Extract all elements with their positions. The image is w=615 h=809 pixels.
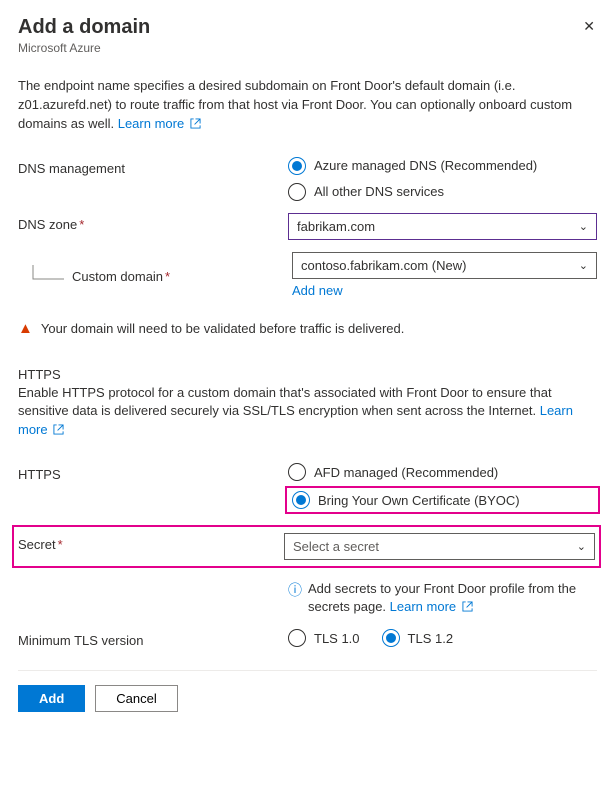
radio-tls-10[interactable]: TLS 1.0	[288, 629, 360, 647]
dns-zone-value: fabrikam.com	[297, 219, 375, 234]
intro-learn-more-link[interactable]: Learn more	[118, 116, 201, 131]
dns-management-label: DNS management	[18, 157, 288, 176]
radio-label: Bring Your Own Certificate (BYOC)	[318, 493, 520, 508]
external-link-icon	[53, 422, 64, 441]
intro-text: The endpoint name specifies a desired su…	[18, 77, 597, 135]
add-button[interactable]: Add	[18, 685, 85, 712]
secret-info: ⓘ Add secrets to your Front Door profile…	[288, 580, 597, 617]
external-link-icon	[190, 116, 201, 135]
radio-tls-12[interactable]: TLS 1.2	[382, 629, 454, 647]
radio-icon	[288, 463, 306, 481]
info-icon: ⓘ	[288, 581, 302, 601]
page-subtitle: Microsoft Azure	[18, 41, 597, 55]
https-section-desc: Enable HTTPS protocol for a custom domai…	[18, 384, 597, 442]
dns-zone-select[interactable]: fabrikam.com ⌄	[288, 213, 597, 240]
intro-learn-more-label: Learn more	[118, 116, 184, 131]
radio-icon	[288, 629, 306, 647]
dns-zone-label: DNS zone*	[18, 213, 288, 232]
https-desc-body: Enable HTTPS protocol for a custom domai…	[18, 385, 552, 419]
radio-label: Azure managed DNS (Recommended)	[314, 158, 537, 173]
page-title: Add a domain	[18, 16, 150, 39]
radio-icon	[288, 157, 306, 175]
radio-afd-managed[interactable]: AFD managed (Recommended)	[288, 463, 597, 481]
divider	[18, 670, 597, 671]
custom-domain-label: Custom domain*	[72, 265, 292, 284]
radio-icon	[288, 183, 306, 201]
radio-other-dns[interactable]: All other DNS services	[288, 183, 597, 201]
chevron-down-icon: ⌄	[577, 540, 586, 553]
external-link-icon	[462, 599, 473, 617]
intro-body: The endpoint name specifies a desired su…	[18, 78, 572, 131]
validation-warning: ▲ Your domain will need to be validated …	[18, 320, 597, 337]
secret-learn-more-label: Learn more	[390, 599, 456, 614]
warning-text: Your domain will need to be validated be…	[41, 321, 405, 336]
required-asterisk: *	[165, 269, 170, 284]
close-icon[interactable]: ✕	[581, 16, 597, 37]
add-new-link[interactable]: Add new	[292, 283, 597, 298]
radio-icon	[292, 491, 310, 509]
tls-label: Minimum TLS version	[18, 629, 288, 648]
chevron-down-icon: ⌄	[579, 220, 588, 233]
secret-select[interactable]: Select a secret ⌄	[284, 533, 595, 560]
custom-domain-value: contoso.fabrikam.com (New)	[301, 258, 466, 273]
radio-label: TLS 1.2	[408, 631, 454, 646]
radio-byoc[interactable]: Bring Your Own Certificate (BYOC)	[288, 489, 597, 511]
radio-label: All other DNS services	[314, 184, 444, 199]
secret-learn-more-link[interactable]: Learn more	[390, 599, 473, 614]
radio-icon	[382, 629, 400, 647]
radio-azure-managed-dns[interactable]: Azure managed DNS (Recommended)	[288, 157, 597, 175]
secret-value: Select a secret	[293, 539, 379, 554]
required-asterisk: *	[58, 537, 63, 552]
cancel-button[interactable]: Cancel	[95, 685, 177, 712]
secret-label: Secret*	[14, 533, 284, 552]
required-asterisk: *	[79, 217, 84, 232]
https-section-header: HTTPS	[18, 367, 597, 382]
radio-label: TLS 1.0	[314, 631, 360, 646]
warning-icon: ▲	[18, 320, 33, 337]
custom-domain-select[interactable]: contoso.fabrikam.com (New) ⌄	[292, 252, 597, 279]
https-label: HTTPS	[18, 463, 288, 482]
chevron-down-icon: ⌄	[579, 259, 588, 272]
tree-connector-icon	[32, 265, 68, 285]
radio-label: AFD managed (Recommended)	[314, 465, 498, 480]
